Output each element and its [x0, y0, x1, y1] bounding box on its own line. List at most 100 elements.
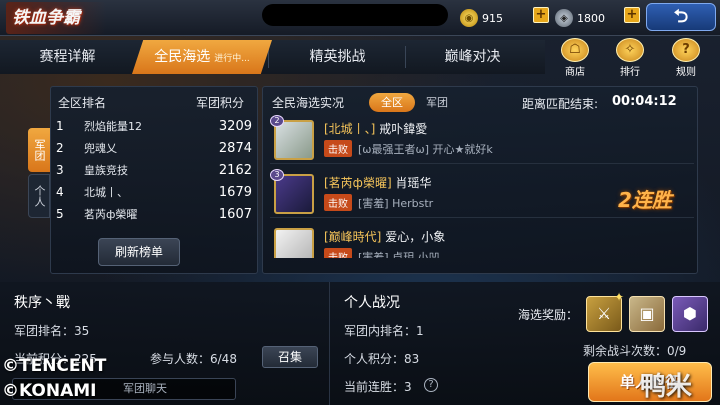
legion-name: 茗芮ф榮曜	[84, 208, 138, 221]
feed-guild: [北城丨、]	[324, 122, 376, 136]
personal-score: 个人积分：83	[344, 352, 420, 366]
feed-detail: 击败 [害羞] Herbstr	[324, 194, 433, 211]
rank-label: 排行	[620, 67, 640, 78]
rank-badge: 3	[270, 169, 284, 181]
rank-number: 4	[56, 185, 64, 199]
score-header: 军团积分	[196, 96, 245, 110]
legion-score: 3209	[218, 118, 252, 134]
personal-streak: 当前连胜：3	[344, 380, 412, 394]
feed-victim: [ω最强王者ω] 开心★就好k	[358, 142, 493, 156]
feed-guild: [巅峰時代]	[324, 230, 382, 244]
silver-amount: 1800	[577, 11, 605, 25]
player-avatar[interactable]	[274, 228, 314, 258]
feed-headline: [巅峰時代] 爱心，小象	[324, 228, 445, 245]
legion-name: 北城丨、	[84, 186, 128, 199]
legion-name: 烈焰能量12	[84, 120, 142, 133]
side-tab-personal[interactable]: 个人	[28, 174, 50, 218]
copyright-watermark: ©TENCENT	[2, 356, 107, 376]
legion-score: 1679	[218, 184, 252, 200]
add-gold-button[interactable]: +	[533, 7, 549, 23]
ranking-row: 4 北城丨、 1679	[56, 182, 252, 202]
gold-amount: 915	[482, 11, 503, 25]
feed-guild: [茗芮ф榮曜]	[324, 176, 392, 190]
refresh-ranking-button[interactable]: 刷新榜单	[98, 238, 180, 266]
wings-icon: ✧	[616, 38, 644, 62]
tab-label: 全民海选	[154, 49, 211, 65]
legion-score: 1607	[218, 206, 252, 222]
defeat-tag: 击败	[324, 248, 352, 258]
tab-peak-battle[interactable]: 巅峰对决	[405, 40, 540, 74]
rank-number: 2	[56, 141, 64, 155]
tab-label: 精英挑战	[309, 49, 366, 65]
gold-coin-icon: ◉	[460, 9, 478, 27]
feed-player: 戒卟鍏愛	[379, 122, 428, 136]
ranking-row: 2 兜魂乂 2874	[56, 138, 252, 158]
gold-currency: ◉ 915	[460, 7, 532, 29]
redacted-user-info	[262, 4, 448, 26]
ranking-side-tabs: 军团 个人	[28, 128, 50, 218]
shield-coin-icon: ◈	[555, 9, 573, 27]
feed-detail: 击败 [害羞] 卓玥 小凹	[324, 248, 440, 258]
copyright-watermark: ©KONAMI	[2, 381, 97, 401]
tab-label: 巅峰对决	[444, 49, 501, 65]
summon-button[interactable]: 召集	[262, 346, 318, 368]
reward-badge[interactable]: ⬢	[672, 296, 708, 332]
legion-score: 2874	[218, 140, 252, 156]
win-streak-label: 2连胜	[618, 188, 672, 212]
personal-stats-title: 个人战况	[344, 295, 400, 311]
filter-legion[interactable]: 军团	[420, 93, 454, 112]
rules-label: 规则	[676, 67, 696, 78]
countdown-timer: 00:04:12	[612, 94, 677, 109]
feed-player: 爱心，小象	[385, 230, 446, 244]
shop-label: 商店	[565, 67, 585, 78]
feed-player: 肖瑶华	[395, 176, 432, 190]
countdown-label: 距离匹配结束:	[522, 97, 599, 111]
tab-label: 赛程详解	[39, 49, 96, 65]
defeat-tag: 击败	[324, 140, 352, 157]
rank-button[interactable]: ✧ 排行	[610, 38, 650, 78]
feed-victim: [害羞] 卓玥 小凹	[358, 250, 440, 259]
feed-victim: [害羞] Herbstr	[358, 196, 434, 210]
filter-all-server[interactable]: 全区	[369, 93, 415, 112]
add-silver-button[interactable]: +	[624, 7, 640, 23]
reward-crate[interactable]: ▣	[629, 296, 665, 332]
feed-item: [巅峰時代] 爱心，小象 击败 [害羞] 卓玥 小凹	[270, 224, 694, 258]
tab-status: 进行中...	[214, 54, 250, 64]
question-icon: ?	[672, 38, 700, 62]
remaining-battles: 剩余战斗次数：0/9	[583, 344, 687, 358]
side-tab-legion[interactable]: 军团	[28, 128, 50, 172]
tab-national-selection[interactable]: 全民海选 进行中...	[132, 40, 272, 74]
rank-badge: 2	[270, 115, 284, 127]
crate-icon: ▣	[639, 304, 655, 323]
shop-button[interactable]: ☖ 商店	[555, 38, 595, 78]
ranking-row: 1 烈焰能量12 3209	[56, 116, 252, 136]
chat-label: 军团聊天	[123, 382, 167, 395]
ranking-title: 全区排名	[58, 96, 107, 110]
rank-number: 5	[56, 207, 64, 221]
shop-icon: ☖	[561, 38, 589, 62]
live-feed-title: 全民海选实况	[272, 96, 345, 110]
ranking-row: 5 茗芮ф榮曜 1607	[56, 204, 252, 224]
legion-name: 皇族竞技	[84, 164, 128, 177]
sparkle-icon: ✦	[614, 290, 625, 304]
rank-number: 3	[56, 163, 64, 177]
rules-button[interactable]: ? 规则	[666, 38, 706, 78]
legion-name: 兜魂乂	[84, 142, 117, 155]
silver-currency: ◈ 1800	[555, 7, 627, 29]
defeat-tag: 击败	[324, 194, 352, 211]
help-icon[interactable]: ?	[424, 378, 438, 392]
feed-item: 2 [北城丨、] 戒卟鍏愛 击败 [ω最强王者ω] 开心★就好k	[270, 115, 694, 164]
back-arrow-icon: ⮌	[673, 6, 689, 27]
participants-count: 参与人数：6/48	[150, 352, 237, 366]
feed-headline: [北城丨、] 戒卟鍏愛	[324, 120, 427, 137]
badge-icon: ⬢	[683, 304, 697, 323]
rank-number: 1	[56, 119, 64, 133]
tab-schedule[interactable]: 赛程详解	[0, 40, 135, 74]
tab-elite-challenge[interactable]: 精英挑战	[270, 40, 405, 74]
personal-rank: 军团内排名：1	[344, 324, 424, 338]
legion-name-title: 秩序丶戰	[14, 295, 70, 311]
legion-rank: 军团排名：35	[14, 324, 90, 338]
game-logo: 铁血争霸	[6, 2, 106, 34]
reward-label: 海选奖励：	[518, 308, 579, 322]
back-button[interactable]: ⮌	[646, 3, 716, 31]
